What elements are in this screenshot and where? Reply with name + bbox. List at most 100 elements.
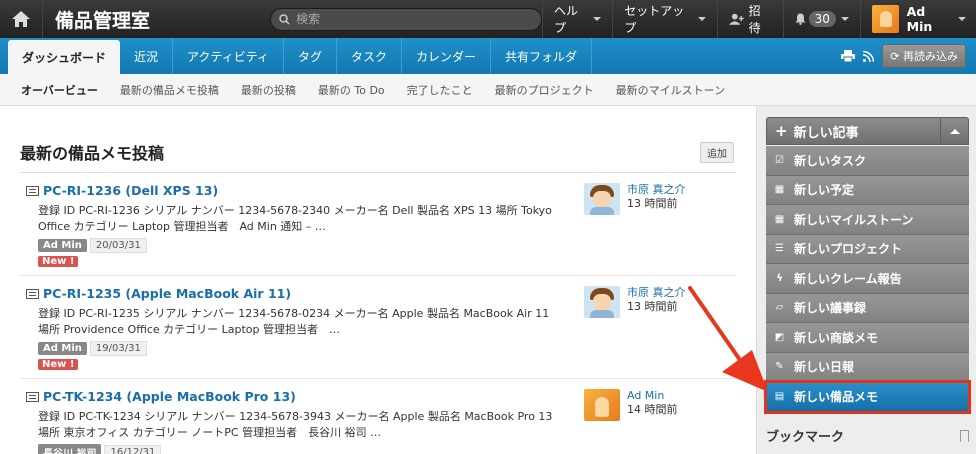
menu-item-label: 新しいプロジェクト [794, 242, 903, 257]
subnav-latest-milestones[interactable]: 最新のマイルストーン [605, 82, 736, 98]
sidebar: + 新しい記事 ☑ 新しいタスク ▦ 新しい予定 ▦ 新しいマイルストーン ☰ 新しいプ… [756, 106, 976, 454]
invite-button[interactable]: 招待 [717, 0, 782, 38]
menu-new-claim-report[interactable]: ϟ 新しいクレーム報告 [766, 264, 969, 294]
subnav-overview[interactable]: オーバービュー [10, 82, 109, 98]
menu-new-equipment-memo[interactable]: ▤ 新しい備品メモ [764, 380, 971, 414]
menu-item-label: 新しいタスク [794, 153, 867, 168]
section-title: 最新の備品メモ投稿 [20, 144, 165, 163]
chevron-down-icon [958, 17, 966, 21]
post-excerpt: 登録 ID PC-RI-1236 シリアル ナンバー 1234-5678-234… [38, 204, 552, 233]
date-tag[interactable]: 20/03/31 [89, 238, 147, 253]
new-article-button[interactable]: + 新しい記事 [766, 117, 969, 145]
poster-avatar[interactable] [584, 389, 620, 421]
menu-new-sales-memo[interactable]: ◩ 新しい商談メモ [766, 323, 969, 353]
post-title-link[interactable]: PC-RI-1235 (Apple MacBook Air 11) [26, 286, 562, 301]
list-icon: ▤ [774, 390, 785, 402]
subnav-latest-equipment-memos[interactable]: 最新の備品メモ投稿 [109, 82, 230, 98]
user-avatar [871, 5, 899, 33]
menu-new-event[interactable]: ▦ 新しい予定 [766, 175, 969, 205]
post-excerpt: 登録 ID PC-RI-1235 シリアル ナンバー 1234-5678-023… [38, 307, 550, 336]
project-icon: ☰ [775, 243, 784, 255]
menu-item-label: 新しい備品メモ [794, 389, 879, 404]
poster-name[interactable]: Ad Min [627, 389, 678, 403]
menu-new-task[interactable]: ☑ 新しいタスク [766, 146, 969, 176]
new-article-menu: ☑ 新しいタスク ▦ 新しい予定 ▦ 新しいマイルストーン ☰ 新しいプロジェクト ϟ新… [764, 146, 971, 414]
menu-item-label: 新しい日報 [794, 360, 855, 375]
reload-label: 再読み込み [903, 50, 958, 63]
note-icon: ◩ [774, 331, 785, 343]
bookmark-title: ブックマーク [766, 430, 845, 445]
memo-icon [26, 185, 39, 196]
post-item: PC-RI-1236 (Dell XPS 13) 登録 ID PC-RI-123… [20, 173, 736, 276]
sub-nav: オーバービュー 最新の備品メモ投稿 最新の投稿 最新の To Do 完了したこと… [0, 74, 976, 106]
section-header: 最新の備品メモ投稿 追加 [20, 140, 736, 173]
home-button[interactable] [0, 0, 44, 38]
menu-new-daily-report[interactable]: ✎ 新しい日報 [766, 352, 969, 382]
post-time: 13 時間前 [627, 300, 678, 313]
bell-icon [795, 13, 806, 25]
menu-item-label: 新しいクレーム報告 [794, 271, 902, 286]
menu-item-label: 新しい予定 [794, 183, 855, 198]
help-label: ヘルプ [554, 4, 579, 35]
collapse-toggle[interactable] [940, 118, 968, 144]
new-badge: New ! [38, 256, 79, 267]
search-box[interactable] [270, 7, 543, 31]
print-icon[interactable] [841, 50, 856, 62]
subnav-latest-projects[interactable]: 最新のプロジェクト [484, 82, 605, 98]
date-tag[interactable]: 16/12/31 [104, 445, 162, 454]
post-time: 13 時間前 [627, 197, 678, 210]
notifications-menu[interactable]: 30 [782, 0, 860, 38]
book-icon: ▱ [775, 302, 784, 314]
memo-icon [26, 391, 39, 402]
post-item: PC-RI-1235 (Apple MacBook Air 11) 登録 ID … [20, 276, 736, 379]
add-button[interactable]: 追加 [700, 141, 734, 163]
tab-recent[interactable]: 近況 [120, 38, 174, 74]
user-menu[interactable]: Ad Min [859, 0, 976, 38]
menu-new-milestone[interactable]: ▦ 新しいマイルストーン [766, 205, 969, 235]
help-menu[interactable]: ヘルプ [542, 0, 612, 38]
poster-name[interactable]: 市原 真之介 [627, 286, 686, 300]
app-title[interactable]: 備品管理室 [55, 6, 270, 33]
author-tag[interactable]: 長谷川 裕司 [38, 444, 102, 454]
post-title-link[interactable]: PC-TK-1234 (Apple MacBook Pro 13) [26, 389, 562, 404]
search-input[interactable] [296, 12, 527, 26]
calendar-icon: ▦ [774, 213, 785, 225]
tab-calendar[interactable]: カレンダー [402, 38, 492, 74]
menu-new-minutes[interactable]: ▱ 新しい議事録 [766, 293, 969, 323]
tab-tags[interactable]: タグ [284, 38, 338, 74]
tab-activity[interactable]: アクティビティ [173, 38, 284, 74]
subnav-latest-todo[interactable]: 最新の To Do [307, 82, 396, 98]
tab-tasks[interactable]: タスク [337, 38, 403, 74]
new-badge: New ! [38, 359, 79, 370]
poster-avatar[interactable] [584, 286, 620, 318]
pencil-icon: ✎ [775, 361, 784, 373]
check-icon: ☑ [775, 154, 784, 166]
subnav-latest-posts[interactable]: 最新の投稿 [230, 82, 307, 98]
post-time: 14 時間前 [627, 403, 678, 416]
post-item: PC-TK-1234 (Apple MacBook Pro 13) 登録 ID … [20, 379, 736, 454]
poster-name[interactable]: 市原 真之介 [627, 183, 686, 197]
tab-shared-folders[interactable]: 共有フォルダ [491, 38, 593, 74]
author-tag[interactable]: Ad Min [38, 342, 87, 355]
post-title: PC-RI-1236 (Dell XPS 13) [43, 183, 219, 198]
add-user-icon [729, 13, 744, 25]
main-content: 最新の備品メモ投稿 追加 PC-RI-1236 (Dell XPS 13) 登録… [0, 106, 756, 454]
post-title-link[interactable]: PC-RI-1236 (Dell XPS 13) [26, 183, 562, 198]
menu-item-label: 新しいマイルストーン [794, 212, 914, 227]
new-article-label: 新しい記事 [793, 125, 859, 141]
lightning-icon: ϟ [776, 272, 783, 284]
post-title: PC-TK-1234 (Apple MacBook Pro 13) [43, 389, 296, 404]
poster-avatar[interactable] [584, 183, 620, 215]
menu-new-project[interactable]: ☰ 新しいプロジェクト [766, 234, 969, 264]
post-excerpt: 登録 ID PC-TK-1234 シリアル ナンバー 1234-5678-394… [38, 410, 553, 439]
tab-dashboard[interactable]: ダッシュボード [8, 40, 121, 74]
top-bar: 備品管理室 ヘルプ セットアップ 招待 30 Ad Min [0, 0, 976, 38]
author-tag[interactable]: Ad Min [38, 239, 87, 252]
user-name: Ad Min [906, 4, 933, 34]
subnav-completed[interactable]: 完了したこと [396, 82, 484, 98]
bookmark-icon[interactable] [960, 429, 969, 442]
rss-icon[interactable] [863, 50, 875, 62]
setup-menu[interactable]: セットアップ [612, 0, 717, 38]
date-tag[interactable]: 19/03/31 [89, 341, 147, 356]
reload-button[interactable]: ⟳ 再読み込み [882, 44, 966, 68]
